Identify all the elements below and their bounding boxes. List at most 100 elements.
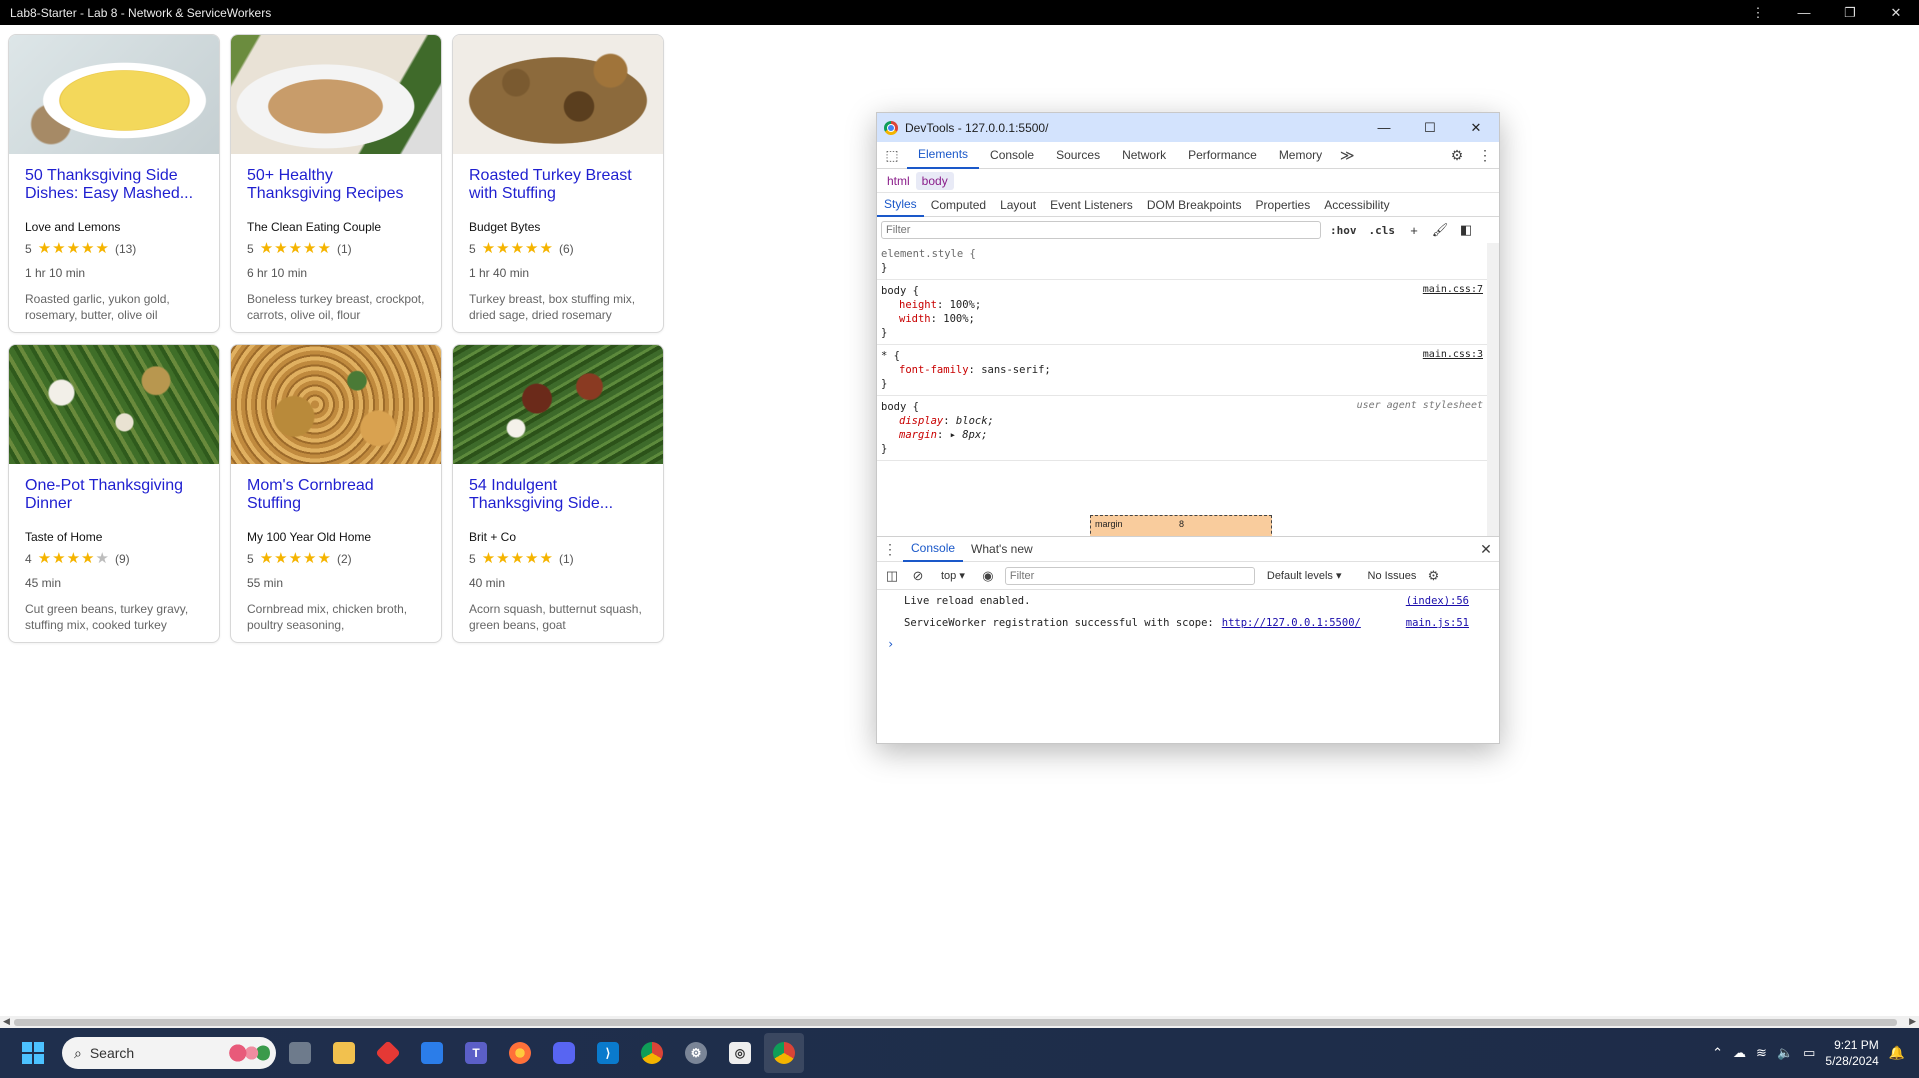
restore-button[interactable]: ❐: [1827, 0, 1873, 25]
windows-start-icon[interactable]: [22, 1042, 44, 1064]
console-filter-input[interactable]: [1004, 566, 1255, 585]
chevron-up-icon[interactable]: ⌃: [1712, 1045, 1723, 1061]
hov-toggle[interactable]: :hov: [1327, 224, 1360, 237]
source-link-main-css-7[interactable]: main.css:7: [1423, 284, 1483, 295]
recipe-title[interactable]: 50+ Healthy Thanksgiving Recipes: [247, 167, 425, 205]
horizontal-scrollbar[interactable]: ◀ ▶: [0, 1016, 1919, 1028]
declaration[interactable]: height: 100%;: [881, 298, 1483, 312]
task-view-icon[interactable]: [280, 1033, 320, 1073]
volume-icon[interactable]: 🔈: [1777, 1045, 1793, 1061]
box-model-value[interactable]: 8: [1179, 519, 1184, 529]
recipe-image[interactable]: [9, 345, 219, 464]
recipe-card[interactable]: 50 Thanksgiving Side Dishes: Easy Mashed…: [8, 34, 220, 333]
subtab-properties[interactable]: Properties: [1249, 193, 1318, 217]
minimize-button[interactable]: —: [1781, 0, 1827, 25]
source-link-main-css-3[interactable]: main.css:3: [1423, 349, 1483, 360]
more-tabs-icon[interactable]: ≫: [1333, 147, 1361, 164]
subtab-styles[interactable]: Styles: [877, 193, 924, 217]
drawer-tab-console[interactable]: Console: [903, 536, 964, 562]
breadcrumb-html[interactable]: html: [881, 172, 916, 190]
menu-button[interactable]: ⋮: [1735, 0, 1781, 25]
tab-network[interactable]: Network: [1111, 142, 1177, 169]
chrome-icon[interactable]: [632, 1033, 672, 1073]
new-style-rule-icon[interactable]: +: [1404, 223, 1424, 238]
battery-icon[interactable]: ▭: [1803, 1045, 1815, 1061]
console-message-source[interactable]: main.js:51: [1406, 617, 1469, 629]
recipe-title[interactable]: 50 Thanksgiving Side Dishes: Easy Mashed…: [25, 167, 203, 205]
styles-filter-input[interactable]: [881, 221, 1321, 239]
inspect-element-icon[interactable]: ⬚: [877, 147, 907, 164]
console-message-link[interactable]: http://127.0.0.1:5500/: [1222, 617, 1361, 629]
clear-console-icon[interactable]: ⊘: [909, 568, 927, 584]
subtab-computed[interactable]: Computed: [924, 193, 993, 217]
scrollbar-thumb[interactable]: [14, 1019, 1897, 1026]
drawer-close-icon[interactable]: ✕: [1473, 541, 1499, 558]
paint-brush-icon[interactable]: 🖌: [1430, 222, 1450, 238]
gear-icon[interactable]: ⚙: [1443, 147, 1471, 164]
settings-icon[interactable]: ⚙: [676, 1033, 716, 1073]
body-selector[interactable]: body {: [881, 284, 1483, 298]
file-explorer-icon[interactable]: [324, 1033, 364, 1073]
issues-button[interactable]: No Issues: [1368, 570, 1417, 582]
drawer-tab-whats-new[interactable]: What's new: [963, 536, 1041, 562]
console-message-source[interactable]: (index):56: [1406, 595, 1469, 607]
recipe-title[interactable]: One-Pot Thanksgiving Dinner: [25, 477, 203, 515]
recipe-title[interactable]: 54 Indulgent Thanksgiving Side...: [469, 477, 647, 515]
scroll-right-arrow-icon[interactable]: ▶: [1909, 1016, 1916, 1027]
recipe-card[interactable]: 50+ Healthy Thanksgiving Recipes The Cle…: [230, 34, 442, 333]
eye-icon[interactable]: ◉: [979, 568, 997, 584]
console-settings-gear-icon[interactable]: ⚙: [1424, 568, 1442, 584]
chrome-active-icon[interactable]: [764, 1033, 804, 1073]
recipe-image[interactable]: [231, 35, 441, 154]
cloud-icon[interactable]: ☁: [1733, 1045, 1746, 1061]
subtab-accessibility[interactable]: Accessibility: [1317, 193, 1396, 217]
tab-sources[interactable]: Sources: [1045, 142, 1111, 169]
sidebar-toggle-icon[interactable]: ◧: [1456, 222, 1476, 238]
recipe-card[interactable]: Mom's Cornbread Stuffing My 100 Year Old…: [230, 344, 442, 643]
recipe-image[interactable]: [453, 345, 663, 464]
recipe-card[interactable]: One-Pot Thanksgiving Dinner Taste of Hom…: [8, 344, 220, 643]
sidebar-icon[interactable]: ◫: [883, 568, 901, 584]
recipe-card[interactable]: 54 Indulgent Thanksgiving Side... Brit +…: [452, 344, 664, 643]
scroll-left-arrow-icon[interactable]: ◀: [3, 1016, 10, 1027]
kebab-menu-icon[interactable]: ⋮: [1471, 147, 1499, 164]
tab-elements[interactable]: Elements: [907, 142, 980, 169]
github-desktop-icon[interactable]: ◎: [720, 1033, 760, 1073]
wifi-icon[interactable]: ≋: [1756, 1045, 1767, 1061]
close-button[interactable]: ✕: [1873, 0, 1919, 25]
devtools-maximize-button[interactable]: ☐: [1407, 113, 1453, 142]
recipe-image[interactable]: [453, 35, 663, 154]
drawer-menu-icon[interactable]: ⋮: [877, 541, 903, 558]
notification-bell-icon[interactable]: 🔔: [1889, 1045, 1905, 1061]
subtab-dom-breakpoints[interactable]: DOM Breakpoints: [1140, 193, 1249, 217]
cls-toggle[interactable]: .cls: [1366, 224, 1399, 237]
console-prompt[interactable]: ›: [877, 634, 1499, 654]
recipe-title[interactable]: Roasted Turkey Breast with Stuffing: [469, 167, 647, 205]
tab-memory[interactable]: Memory: [1268, 142, 1333, 169]
devtools-minimize-button[interactable]: —: [1361, 113, 1407, 142]
vscode-icon[interactable]: ⟩: [588, 1033, 628, 1073]
breadcrumb-body[interactable]: body: [915, 171, 954, 190]
declaration[interactable]: display: block;: [881, 414, 1483, 428]
element-style-selector[interactable]: element.style {: [881, 247, 1483, 261]
taskbar-search[interactable]: ⌕ Search: [62, 1037, 276, 1069]
devtools-close-button[interactable]: ✕: [1453, 113, 1499, 142]
subtab-layout[interactable]: Layout: [993, 193, 1043, 217]
recipe-image[interactable]: [231, 345, 441, 464]
teams-icon[interactable]: T: [456, 1033, 496, 1073]
declaration[interactable]: width: 100%;: [881, 312, 1483, 326]
tab-console[interactable]: Console: [979, 142, 1045, 169]
git-icon[interactable]: [368, 1033, 408, 1073]
subtab-event-listeners[interactable]: Event Listeners: [1043, 193, 1140, 217]
recipe-image[interactable]: [9, 35, 219, 154]
declaration[interactable]: margin: ▸ 8px;: [881, 428, 1483, 442]
store-icon[interactable]: [412, 1033, 452, 1073]
star-selector[interactable]: * {: [881, 349, 1483, 363]
tab-performance[interactable]: Performance: [1177, 142, 1268, 169]
firefox-icon[interactable]: [500, 1033, 540, 1073]
log-levels-dropdown[interactable]: Default levels ▾: [1267, 569, 1342, 582]
styles-scrollbar[interactable]: [1489, 251, 1497, 419]
box-model-margin[interactable]: margin 8: [1090, 515, 1272, 536]
recipe-card[interactable]: Roasted Turkey Breast with Stuffing Budg…: [452, 34, 664, 333]
clock[interactable]: 9:21 PM 5/28/2024: [1825, 1037, 1878, 1069]
